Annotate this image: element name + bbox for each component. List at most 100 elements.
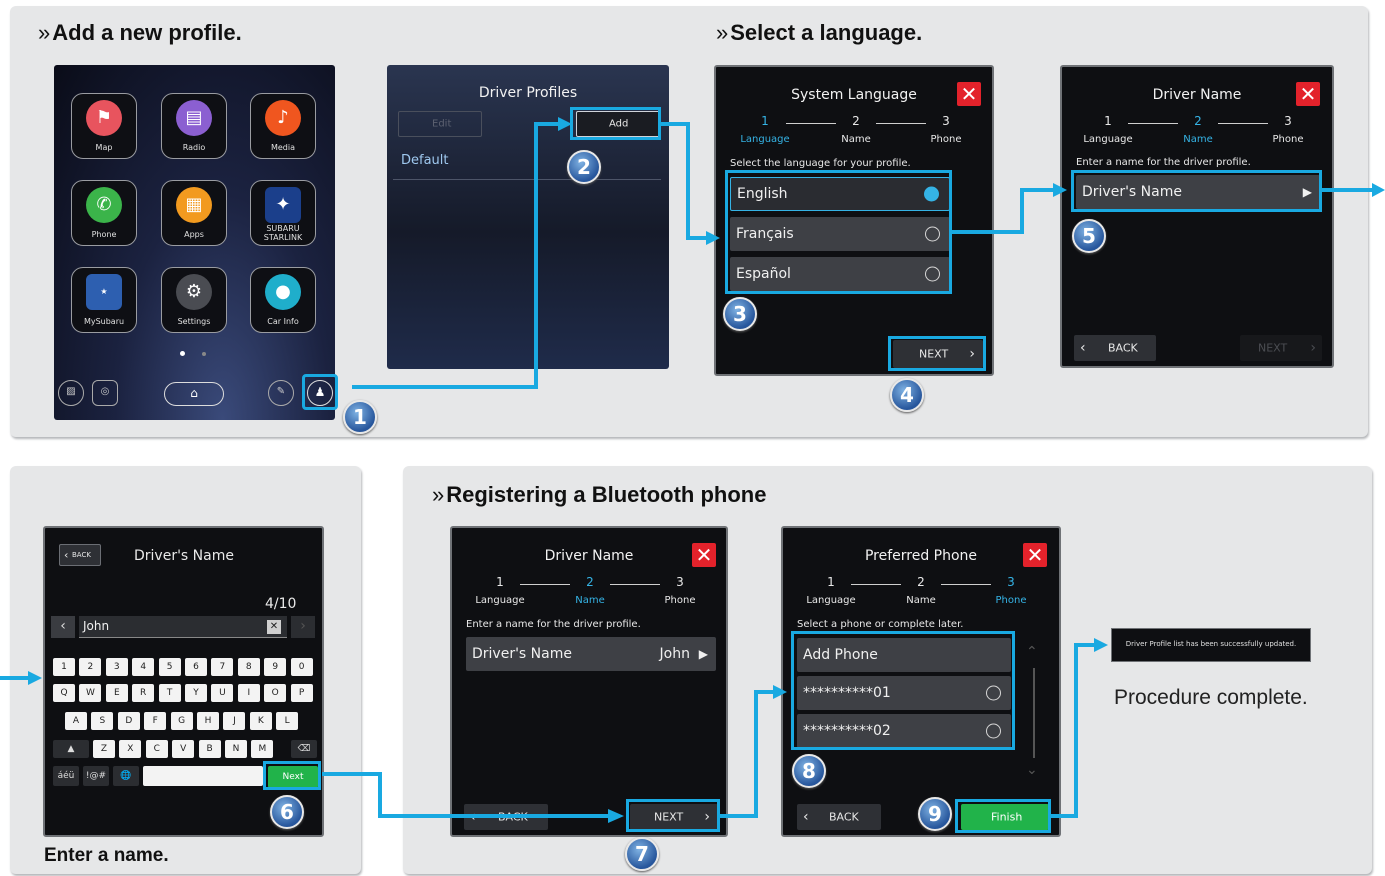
app-label-media: Media	[270, 143, 296, 152]
arrowhead-out	[1372, 183, 1385, 197]
step-num-3: 3	[676, 575, 684, 589]
language-title: System Language	[791, 87, 917, 103]
page-dot-active	[180, 351, 185, 356]
name-input[interactable]: John ✕	[79, 616, 287, 638]
app-car-info[interactable]: ● Car Info	[250, 267, 316, 333]
step-label-phone: Phone	[1272, 134, 1304, 145]
step-num-3: 3	[942, 114, 950, 128]
highlight-keyboard-next	[263, 761, 321, 790]
key-f[interactable]: F	[144, 712, 167, 730]
accents-key[interactable]: áéü	[53, 766, 79, 786]
driver-name-field[interactable]: Driver's Name John ▶	[466, 637, 716, 671]
default-profile[interactable]: Default	[401, 153, 449, 168]
key-5[interactable]: 5	[158, 658, 181, 676]
phone-projection-button[interactable]: ✎	[268, 380, 294, 406]
highlight-add-button	[570, 107, 661, 140]
key-e[interactable]: E	[105, 684, 128, 702]
key-i[interactable]: I	[237, 684, 260, 702]
home-button[interactable]: ⌂	[164, 382, 224, 406]
key-d[interactable]: D	[117, 712, 140, 730]
key-8[interactable]: 8	[237, 658, 260, 676]
highlight-next-button	[626, 799, 720, 832]
name-input-value: John	[83, 619, 110, 633]
key-7[interactable]: 7	[211, 658, 234, 676]
starlink-icon: ✦	[265, 187, 301, 223]
key-a[interactable]: A	[65, 712, 87, 730]
app-mysubaru[interactable]: ★ MySubaru	[71, 267, 137, 333]
app-radio[interactable]: ▤ Radio	[161, 93, 227, 159]
key-k[interactable]: K	[249, 712, 272, 730]
key-p[interactable]: P	[290, 684, 313, 702]
key-y[interactable]: Y	[185, 684, 207, 702]
key-6[interactable]: 6	[185, 658, 207, 676]
phone-title: Preferred Phone	[864, 548, 978, 564]
step-label-name: Name	[906, 595, 936, 606]
scroll-down-icon[interactable]: ⌄	[1026, 762, 1038, 778]
key-n[interactable]: N	[225, 740, 247, 758]
cursor-left-button[interactable]: ‹	[51, 616, 75, 638]
globe-icon[interactable]: 🌐	[113, 766, 139, 786]
key-z[interactable]: Z	[93, 740, 115, 758]
key-r[interactable]: R	[132, 684, 155, 702]
key-j[interactable]: J	[223, 712, 246, 730]
cursor-right-button[interactable]: ›	[291, 616, 315, 638]
keyboard-screen: ‹ BACK Driver's Name 4/10 ‹ John ✕ › 1234…	[43, 526, 324, 837]
space-key[interactable]	[143, 766, 263, 786]
back-button[interactable]: ‹ BACK	[59, 544, 101, 566]
procedure-complete: Procedure complete.	[1114, 686, 1308, 709]
char-count: 4/10	[265, 596, 297, 612]
backspace-key[interactable]: ⌫	[291, 740, 317, 758]
key-s[interactable]: S	[91, 712, 114, 730]
app-settings[interactable]: ⚙ Settings	[161, 267, 227, 333]
language-instruction: Select the language for your profile.	[730, 158, 911, 169]
next-button-disabled[interactable]: NEXT ›	[1240, 335, 1322, 361]
step-1-badge: 1	[343, 400, 377, 434]
key-v[interactable]: V	[172, 740, 195, 758]
back-button[interactable]: ‹ BACK	[1074, 335, 1156, 361]
heading-add-profile: »Add a new profile.	[38, 20, 242, 45]
app-apps[interactable]: ▦ Apps	[161, 180, 227, 246]
symbols-key[interactable]: !@#	[83, 766, 109, 786]
key-1[interactable]: 1	[53, 658, 75, 676]
key-u[interactable]: U	[211, 684, 234, 702]
app-media[interactable]: ♪ Media	[250, 93, 316, 159]
scrollbar[interactable]	[1033, 668, 1035, 758]
app-phone[interactable]: ✆ Phone	[71, 180, 137, 246]
key-g[interactable]: G	[170, 712, 193, 730]
app-starlink[interactable]: ✦ SUBARU STARLINK	[250, 180, 316, 246]
key-c[interactable]: C	[145, 740, 168, 758]
eyesight-button[interactable]: ◎	[92, 380, 118, 406]
key-0[interactable]: 0	[290, 658, 313, 676]
step-num-1: 1	[827, 575, 835, 589]
chevron-left-icon: ‹	[64, 548, 69, 562]
close-icon[interactable]: ✕	[1023, 543, 1047, 567]
close-icon[interactable]: ✕	[692, 543, 716, 567]
close-icon[interactable]: ✕	[957, 82, 981, 106]
close-icon[interactable]: ✕	[1296, 82, 1320, 106]
key-t[interactable]: T	[158, 684, 181, 702]
radio-icon: ▤	[176, 100, 212, 136]
key-4[interactable]: 4	[132, 658, 155, 676]
key-x[interactable]: X	[119, 740, 142, 758]
key-m[interactable]: M	[251, 740, 274, 758]
key-b[interactable]: B	[198, 740, 221, 758]
key-3[interactable]: 3	[105, 658, 128, 676]
back-button[interactable]: ‹ BACK	[464, 804, 548, 830]
step-3-badge: 3	[723, 297, 757, 331]
back-button[interactable]: ‹ BACK	[797, 804, 881, 830]
highlight-finish-button	[955, 799, 1051, 833]
key-9[interactable]: 9	[264, 658, 287, 676]
key-2[interactable]: 2	[79, 658, 102, 676]
scroll-up-icon[interactable]: ⌃	[1026, 644, 1038, 660]
key-h[interactable]: H	[197, 712, 219, 730]
key-o[interactable]: O	[264, 684, 287, 702]
edit-button[interactable]: Edit	[398, 111, 482, 137]
app-label-starlink: SUBARU STARLINK	[251, 224, 315, 242]
key-w[interactable]: W	[79, 684, 102, 702]
key-q[interactable]: Q	[53, 684, 75, 702]
key-l[interactable]: L	[276, 712, 299, 730]
app-map[interactable]: ⚑ Map	[71, 93, 137, 159]
clear-icon[interactable]: ✕	[267, 620, 281, 634]
shift-key[interactable]: ▲	[53, 740, 89, 758]
car-button[interactable]: ▨	[58, 380, 84, 406]
